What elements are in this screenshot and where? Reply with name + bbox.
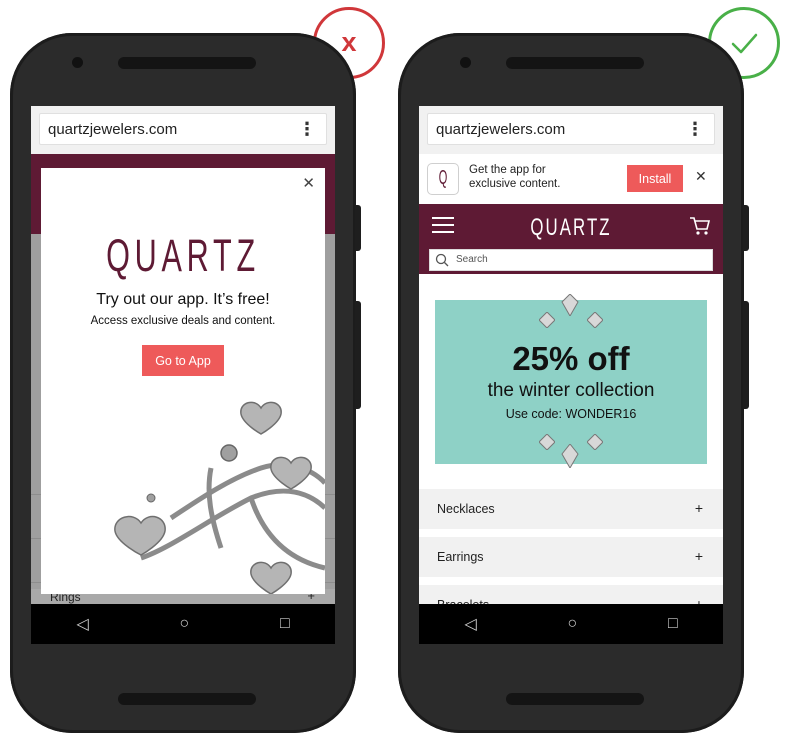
interstitial-popup: ✕ QUARTZ Try out our app. It’s free! Acc… xyxy=(41,168,325,594)
search-icon xyxy=(435,253,449,267)
close-icon[interactable]: ✕ xyxy=(695,168,707,185)
recents-icon[interactable]: □ xyxy=(280,615,290,633)
diamond-icon xyxy=(561,444,579,468)
install-banner-text: Get the app for exclusive content. xyxy=(469,164,561,190)
install-button[interactable]: Install xyxy=(627,165,683,192)
recents-icon[interactable]: □ xyxy=(668,615,678,633)
plus-icon: + xyxy=(694,500,703,516)
phone-side-button xyxy=(355,205,361,251)
search-input[interactable]: Search xyxy=(429,249,713,271)
promo-code: Use code: WONDER16 xyxy=(505,407,637,421)
url-text: quartzjewelers.com xyxy=(48,121,178,138)
front-camera xyxy=(460,57,471,68)
promo-headline: 25% off xyxy=(512,340,630,377)
browser-toolbar: quartzjewelers.com ⋮ xyxy=(31,106,335,154)
category-row-necklaces[interactable]: Necklaces + xyxy=(419,489,723,529)
phone-speaker xyxy=(506,57,644,69)
category-label: Earrings xyxy=(437,550,484,564)
front-camera xyxy=(72,57,83,68)
cart-icon[interactable] xyxy=(689,216,711,236)
back-icon[interactable]: ◁ xyxy=(76,614,88,634)
phone-speaker xyxy=(118,57,256,69)
popup-subtext: Access exclusive deals and content. xyxy=(90,315,276,327)
diamond-icon xyxy=(587,312,603,328)
phone-side-button xyxy=(743,205,749,251)
phone-bottom-speaker xyxy=(506,693,644,705)
phone-screen: quartzjewelers.com ⋮ Q Get the app for e… xyxy=(419,106,723,644)
phone-side-button xyxy=(743,301,749,409)
diamond-icon xyxy=(561,294,579,316)
category-row-earrings[interactable]: Earrings + xyxy=(419,537,723,577)
quartz-logo: QUARTZ xyxy=(530,214,612,241)
plus-icon: + xyxy=(694,548,703,564)
promo-banner[interactable]: 25% off the winter collection Use code: … xyxy=(435,294,707,468)
phone-good-example: quartzjewelers.com ⋮ Q Get the app for e… xyxy=(398,33,749,733)
url-text: quartzjewelers.com xyxy=(436,121,566,138)
hamburger-menu-icon[interactable] xyxy=(432,217,454,233)
back-icon[interactable]: ◁ xyxy=(464,614,476,634)
url-field[interactable]: quartzjewelers.com ⋮ xyxy=(427,113,715,145)
popup-headline: Try out our app. It’s free! xyxy=(96,291,270,308)
phone-bottom-speaker xyxy=(118,693,256,705)
android-nav-bar: ◁ ○ □ xyxy=(419,604,723,644)
kebab-icon[interactable]: ⋮ xyxy=(298,119,316,139)
close-icon[interactable]: ✕ xyxy=(302,174,315,192)
site-header: QUARTZ Search xyxy=(419,204,723,274)
diamond-icon xyxy=(587,434,603,450)
phone-screen: quartzjewelers.com ⋮ Rings + ✕ QUARTZ Tr… xyxy=(31,106,335,644)
app-install-banner: Q Get the app for exclusive content. Ins… xyxy=(419,154,723,204)
category-label: Necklaces xyxy=(437,502,495,516)
phone-bad-example: quartzjewelers.com ⋮ Rings + ✕ QUARTZ Tr… xyxy=(10,33,361,733)
diamond-icon xyxy=(539,312,555,328)
bracelet-image xyxy=(114,401,325,594)
go-to-app-button[interactable]: Go to App xyxy=(142,345,224,376)
app-icon: Q xyxy=(427,163,459,195)
promo-subline: the winter collection xyxy=(487,380,655,401)
browser-toolbar: quartzjewelers.com ⋮ xyxy=(419,106,723,154)
kebab-icon[interactable]: ⋮ xyxy=(686,119,704,139)
diamond-icon xyxy=(539,434,555,450)
url-field[interactable]: quartzjewelers.com ⋮ xyxy=(39,113,327,145)
android-nav-bar: ◁ ○ □ xyxy=(31,604,335,644)
phone-side-button xyxy=(355,301,361,409)
home-icon[interactable]: ○ xyxy=(567,615,577,633)
home-icon[interactable]: ○ xyxy=(179,615,189,633)
search-placeholder: Search xyxy=(456,254,488,265)
quartz-logo: QUARTZ xyxy=(106,230,260,281)
